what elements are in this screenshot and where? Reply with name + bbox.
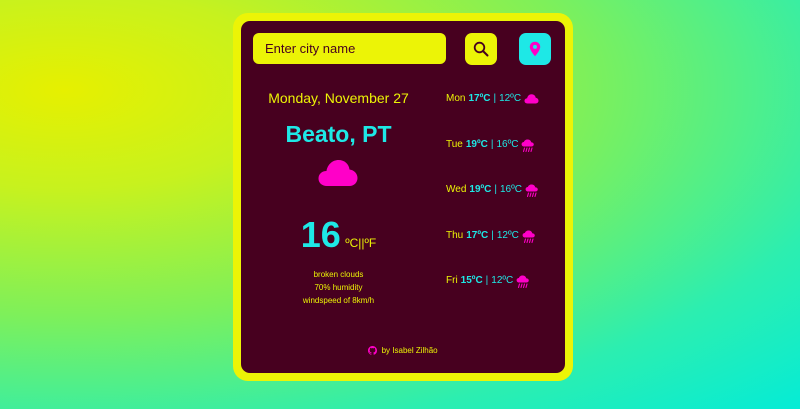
author-link[interactable]: by Isabel Zilhão: [382, 346, 438, 355]
forecast-high: 17ºC: [468, 93, 491, 104]
weather-description: broken clouds: [313, 270, 364, 279]
forecast-list: Mon 17ºC | 12ºC Tue 19ºC | 16ºC Wed 19ºC…: [446, 93, 566, 321]
cloud-rain-icon: [525, 184, 538, 198]
forecast-separator: |: [491, 229, 494, 241]
city-search-input[interactable]: Enter city name: [253, 33, 446, 64]
cloud-icon: [318, 155, 358, 192]
forecast-low: 12ºC: [499, 93, 522, 104]
forecast-high: 19ºC: [469, 184, 492, 195]
forecast-separator: |: [485, 275, 489, 286]
forecast-separator: |: [493, 93, 497, 104]
forecast-low: 16ºC: [500, 184, 522, 195]
forecast-separator: |: [494, 184, 497, 195]
forecast-high: 19ºC: [465, 138, 488, 150]
current-temperature-row: 16 ºC||ºF: [241, 214, 436, 256]
unit-toggle[interactable]: ºC||ºF: [345, 236, 376, 250]
windspeed: windspeed of 8km/h: [302, 296, 375, 305]
location-pin-icon: [529, 41, 541, 57]
forecast-high: 17ºC: [466, 229, 489, 241]
search-placeholder: Enter city name: [265, 41, 356, 56]
cloud-rain-icon: [522, 139, 535, 152]
forecast-day-name: Fri: [446, 275, 458, 286]
humidity: 70% humidity: [314, 283, 363, 292]
forecast-high: 15ºC: [460, 275, 483, 286]
forecast-low: 16ºC: [496, 138, 519, 150]
city-name: Beato, PT: [285, 121, 392, 147]
forecast-day-name: Wed: [446, 184, 467, 195]
search-button[interactable]: [465, 33, 497, 65]
weather-panel: Enter city name Monday, November 27 Beat…: [241, 21, 565, 373]
forecast-day-name: Mon: [446, 93, 466, 104]
footer: by Isabel Zilhão: [241, 346, 565, 356]
cloud-icon: [524, 94, 539, 104]
search-icon: [473, 41, 489, 57]
forecast-day-name: Tue: [446, 138, 463, 150]
cloud-rain-icon: [522, 230, 535, 243]
forecast-day-name: Thu: [446, 229, 464, 241]
current-location-button[interactable]: [519, 33, 551, 65]
weather-app-card: Enter city name Monday, November 27 Beat…: [233, 13, 573, 381]
cloud-rain-icon: [516, 275, 530, 289]
forecast-day: Mon 17ºC | 12ºC: [446, 93, 566, 139]
forecast-separator: |: [490, 138, 494, 150]
forecast-day: Wed 19ºC | 16ºC: [446, 184, 566, 230]
current-date: Monday, November 27: [268, 90, 409, 106]
forecast-day: Tue 19ºC | 16ºC: [446, 139, 566, 185]
temperature-value: 16: [300, 214, 341, 255]
github-icon[interactable]: [368, 346, 378, 356]
weather-details: broken clouds 70% humidity windspeed of …: [241, 268, 436, 307]
forecast-low: 12ºC: [496, 229, 519, 241]
forecast-day: Fri 15ºC | 12ºC: [446, 275, 566, 321]
forecast-day: Thu 17ºC | 12ºC: [446, 230, 566, 276]
forecast-low: 12ºC: [491, 275, 514, 286]
